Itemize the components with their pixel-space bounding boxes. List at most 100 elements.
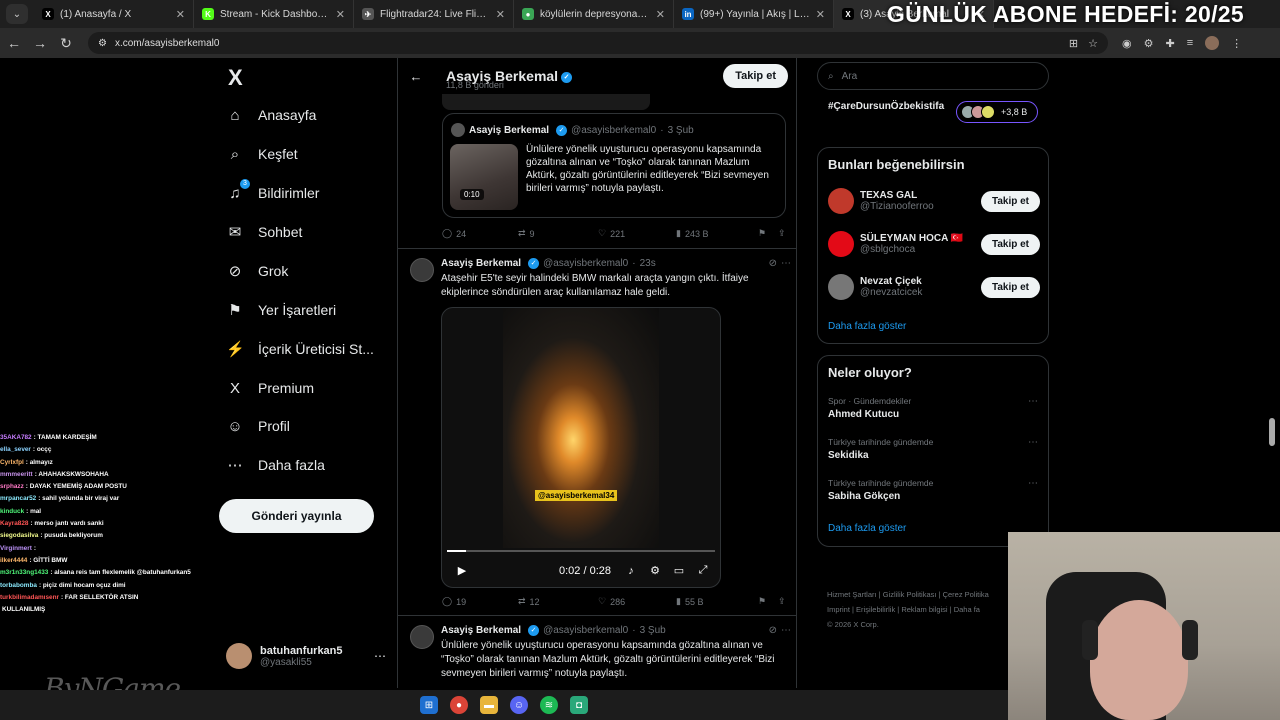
volume-icon[interactable]: ♪ — [619, 565, 643, 577]
trend-item[interactable]: Spor · Gündemdekiler Ahmed Kutucu ⋯ — [828, 396, 1040, 420]
bookmark-star-icon[interactable]: ☆ — [1088, 37, 1098, 50]
video-player[interactable]: @asayisberkemal34 ▶ 0:02 / 0:28 ♪ ⚙ ▭ ⤢ — [441, 307, 721, 588]
nav-item-bookmarks[interactable]: ⚑ Yer İşaretleri — [226, 295, 336, 325]
video-scrubber[interactable] — [447, 550, 715, 552]
close-icon[interactable]: ✕ — [496, 8, 505, 21]
close-icon[interactable]: ✕ — [656, 8, 665, 21]
browser-tab[interactable]: K Stream - Kick Dashboard ✕ — [194, 0, 354, 28]
follow-button[interactable]: Takip et — [723, 64, 788, 88]
settings-gear-icon[interactable]: ⚙ — [643, 564, 667, 577]
forward-arrow-icon[interactable]: → — [28, 31, 52, 55]
share-icon[interactable]: ⇪ — [778, 596, 786, 607]
follow-button[interactable]: Takip et — [980, 190, 1040, 212]
post-button[interactable]: Gönderi yayınla — [219, 499, 374, 533]
like-button[interactable]: ♡ 286 — [598, 596, 676, 607]
trend-item[interactable]: Türkiye tarihinde gündemde Sekidika ⋯ — [828, 437, 1040, 461]
footer-line[interactable]: Imprint | Erişilebilirlik | Reklam bilgi… — [827, 602, 1007, 617]
nav-item-creator-studio[interactable]: ⚡ İçerik Üreticisi St... — [226, 334, 374, 364]
views-button[interactable]: ▮ 243 B — [676, 228, 758, 239]
account-switcher[interactable]: batuhanfurkan5 @yasakli55 ⋯ — [226, 643, 386, 669]
chat-message: torbabomba: piçiz dimi hocam oçuz dimi — [0, 580, 220, 592]
show-more-link[interactable]: Daha fazla göster — [828, 523, 906, 534]
chrome-icon[interactable]: ● — [450, 696, 468, 714]
repost-button[interactable]: ⇄ 9 — [518, 228, 598, 239]
browser-tab[interactable]: ✈ Flightradar24: Live Flight Tracke ✕ — [354, 0, 514, 28]
reload-icon[interactable]: ↻ — [54, 31, 78, 55]
bookmark-icon[interactable]: ⚑ — [758, 596, 778, 607]
windows-start-icon[interactable]: ⊞ — [420, 696, 438, 714]
grok-icon[interactable]: ⊘ — [769, 625, 777, 636]
address-bar[interactable]: ⚙ x.com/asayisberkemal0 ⊞ ☆ — [88, 32, 1108, 54]
trend-item[interactable]: Türkiye tarihinde gündemde Sabiha Gökçen… — [828, 478, 1040, 502]
browser-tab[interactable]: X (1) Anasayfa / X ✕ — [34, 0, 194, 28]
app-icon[interactable]: ◘ — [570, 696, 588, 714]
file-explorer-icon[interactable]: ▬ — [480, 696, 498, 714]
fullscreen-icon[interactable]: ⤢ — [691, 564, 715, 577]
share-icon[interactable]: ⇪ — [778, 228, 786, 239]
back-arrow-icon[interactable]: ← — [398, 69, 434, 84]
quoted-tweet[interactable]: Asayiş Berkemal ✓ @asayisberkemal0 · 3 Ş… — [442, 113, 786, 218]
chat-message: kinduck: mal — [0, 506, 220, 518]
reply-button[interactable]: ◯ 19 — [442, 596, 518, 607]
grok-icon[interactable]: ⊘ — [769, 258, 777, 269]
more-dots-icon[interactable]: ⋯ — [781, 258, 791, 269]
reply-button[interactable]: ◯ 24 — [442, 228, 518, 239]
scrollbar-thumb[interactable] — [1269, 418, 1275, 446]
nav-item-profile[interactable]: ☺ Profil — [226, 411, 290, 441]
like-button[interactable]: ♡ 221 — [598, 228, 676, 239]
avatar[interactable] — [410, 625, 434, 649]
close-icon[interactable]: ✕ — [816, 8, 825, 21]
trending-hashtag[interactable]: #ÇareDursunÖzbekistifa — [828, 100, 948, 114]
picture-in-picture-icon[interactable]: ▭ — [667, 564, 691, 577]
more-dots-icon[interactable]: ⋯ — [1028, 396, 1038, 407]
show-more-link[interactable]: Daha fazla göster — [828, 321, 906, 332]
previous-media-preview[interactable] — [442, 94, 650, 110]
more-dots-icon[interactable]: ⋯ — [1028, 478, 1038, 489]
browser-tab[interactable]: ● köylülerin depresyona girmeme ✕ — [514, 0, 674, 28]
close-icon[interactable]: ✕ — [336, 8, 345, 21]
footer-line[interactable]: Hizmet Şartları | Gizlilik Politikası | … — [827, 587, 1007, 602]
follow-button[interactable]: Takip et — [980, 276, 1040, 298]
trend-avatars-pill[interactable]: +3,8 B — [956, 101, 1038, 123]
nav-item-explore[interactable]: ⌕ Keşfet — [226, 139, 298, 169]
profile-avatar[interactable] — [1205, 36, 1220, 50]
separator-dot: · — [632, 625, 636, 636]
suggested-user[interactable]: TEXAS GAL @Tizianooferroo Takip et — [828, 186, 1040, 216]
install-app-icon[interactable]: ⊞ — [1069, 37, 1078, 50]
video-thumbnail[interactable] — [450, 144, 518, 210]
tab-strip-icon[interactable]: ≡ — [1187, 37, 1193, 49]
more-dots-icon[interactable]: ⋯ — [1028, 437, 1038, 448]
browser-menu-icon[interactable]: ⋮ — [1231, 37, 1242, 50]
search-input[interactable]: ⌕ Ara — [817, 62, 1049, 90]
follow-button[interactable]: Takip et — [980, 233, 1040, 255]
nav-item-grok[interactable]: ⊘ Grok — [226, 256, 289, 286]
author-name[interactable]: Asayiş Berkemal — [441, 625, 521, 636]
views-button[interactable]: ▮ 55 B — [676, 596, 758, 607]
play-icon[interactable]: ▶ — [450, 564, 474, 577]
extensions-puzzle-icon[interactable]: ✚ — [1165, 37, 1174, 50]
suggested-user[interactable]: SÜLEYMAN HOCA 🇹🇷 @sblgchoca Takip et — [828, 229, 1040, 259]
nav-item-notifications[interactable]: ♫ 3 Bildirimler — [226, 178, 319, 208]
nav-item-more[interactable]: ⋯ Daha fazla — [226, 450, 325, 480]
close-icon[interactable]: ✕ — [176, 8, 185, 21]
suggested-user[interactable]: Nevzat Çiçek @nevzatcicek Takip et — [828, 272, 1040, 302]
nav-item-home[interactable]: ⌂ Anasayfa — [226, 100, 316, 130]
back-arrow-icon[interactable]: ← — [2, 31, 26, 55]
x-logo-icon[interactable]: X — [228, 65, 243, 91]
spotify-icon[interactable]: ≋ — [540, 696, 558, 714]
more-dots-icon[interactable]: ⋯ — [781, 625, 791, 636]
nav-item-premium[interactable]: X Premium — [226, 373, 314, 403]
bookmark-icon[interactable]: ⚑ — [758, 228, 778, 239]
nav-item-chat[interactable]: ✉ Sohbet — [226, 217, 303, 247]
avatar[interactable] — [410, 258, 434, 282]
video-frame[interactable] — [503, 308, 659, 548]
extension-icon-2[interactable]: ⚙ — [1144, 37, 1154, 50]
tab-search-button[interactable]: ⌄ — [6, 4, 28, 24]
tweet-actions: ◯ 24 ⇄ 9 ♡ 221 ▮ 243 B ⚑ ⇪ — [442, 228, 788, 239]
site-info-icon[interactable]: ⚙ — [98, 38, 107, 49]
author-name[interactable]: Asayiş Berkemal — [441, 258, 521, 269]
repost-button[interactable]: ⇄ 12 — [518, 596, 598, 607]
extension-icon[interactable]: ◉ — [1122, 37, 1132, 50]
browser-tab[interactable]: in (99+) Yayınla | Akış | LinkedIn ✕ — [674, 0, 834, 28]
discord-icon[interactable]: ☺ — [510, 696, 528, 714]
